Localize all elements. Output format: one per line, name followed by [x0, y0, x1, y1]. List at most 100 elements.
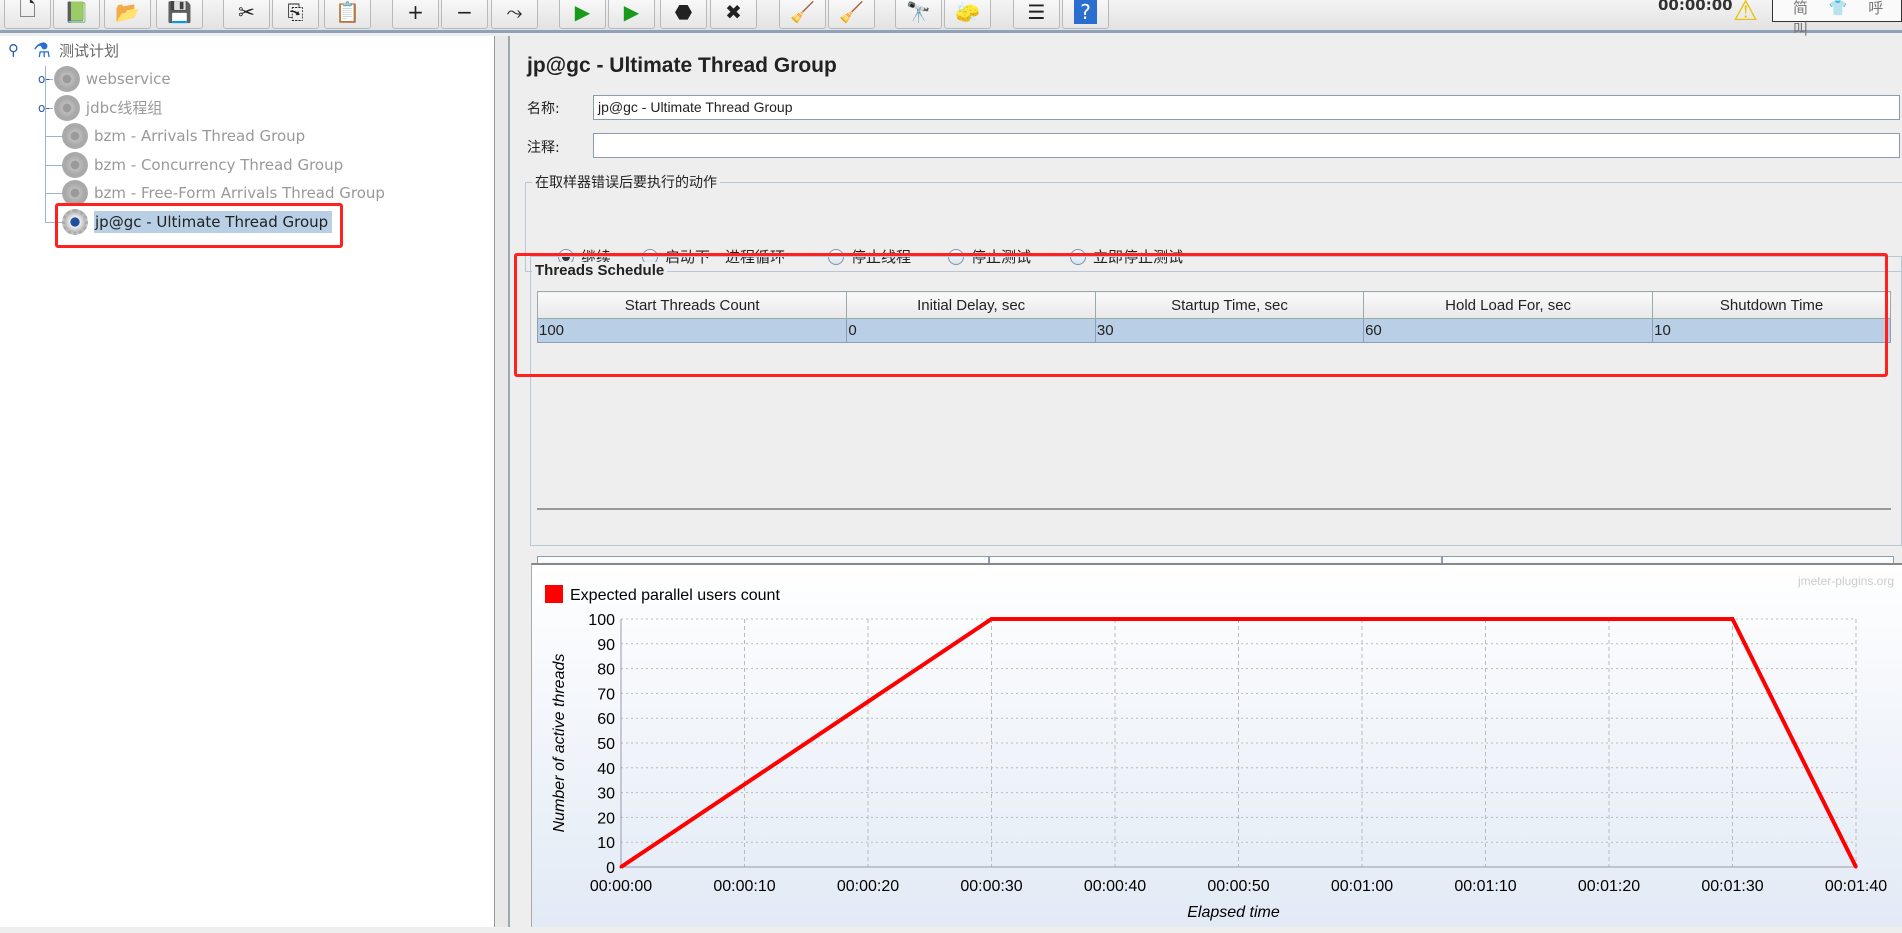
start-no-pauses-button[interactable]: ▶ — [608, 0, 655, 29]
name-input[interactable]: jp@gc - Ultimate Thread Group — [593, 95, 1900, 120]
data-point — [990, 617, 993, 621]
gear-icon — [62, 151, 88, 178]
x-tick-label: 00:01:10 — [1454, 878, 1516, 895]
x-tick-label: 00:00:20 — [837, 878, 899, 895]
x-axis-label: Elapsed time — [1187, 904, 1280, 921]
y-tick-label: 80 — [597, 662, 615, 679]
tree-item[interactable]: bzm - Arrivals Thread Group — [62, 123, 305, 149]
clear-button[interactable]: 🧹 — [779, 0, 826, 29]
toggle-button[interactable]: ⤳ — [491, 0, 538, 29]
tree-item[interactable]: o-jdbc线程组 — [38, 94, 163, 121]
new-icon: 🗋 — [19, 0, 36, 21]
highlight-box — [55, 203, 343, 248]
y-tick-label: 50 — [597, 736, 615, 753]
elapsed-timer: 00:00:00 — [1658, 0, 1733, 14]
warning-icon[interactable]: ⚠ — [1733, 0, 1758, 27]
new-button[interactable]: 🗋 — [4, 0, 51, 29]
y-tick-label: 0 — [606, 860, 615, 877]
highlight-box — [514, 253, 1888, 377]
tree-item-label: bzm - Arrivals Thread Group — [94, 127, 306, 145]
data-point — [619, 865, 623, 869]
expand-handle-icon[interactable]: ⚲ — [8, 41, 19, 59]
paste-icon: 📋 — [335, 0, 360, 24]
templates-button[interactable]: 📗 — [53, 0, 100, 29]
thread-schedule-chart: 0 10 20 30 40 50 60 70 80 90 100 00:00:00 00:00:10 00… — [531, 563, 1902, 927]
y-tick-label: 90 — [597, 637, 615, 654]
function-helper-button[interactable]: ☰ — [1013, 0, 1060, 29]
y-tick-label: 100 — [588, 612, 615, 629]
open-icon: 📂 — [115, 0, 140, 24]
x-tick-label: 00:01:40 — [1825, 878, 1887, 895]
copy-icon: ⎘ — [287, 0, 304, 24]
y-tick-label: 20 — [597, 810, 615, 827]
x-tick-label: 00:00:30 — [960, 878, 1022, 895]
y-axis-label: Number of active threads — [551, 654, 568, 833]
test-plan-tree: ⚲ ⚗ 测试计划 o-webservice o-jdbc线程组 bzm - Arri… — [0, 36, 495, 927]
comment-label: 注释: — [527, 140, 560, 156]
start-icon: ▶ — [574, 0, 591, 24]
cut-icon: ✂ — [238, 0, 255, 24]
tree-root[interactable]: ⚲ ⚗ 测试计划 — [8, 37, 119, 63]
clear-all-icon: 🧹 — [839, 0, 864, 24]
y-tick-label: 70 — [597, 686, 615, 703]
tree-item[interactable]: o-webservice — [38, 66, 171, 92]
on-error-group-title: 在取样器错误后要执行的动作 — [532, 172, 720, 192]
x-tick-label: 00:01:00 — [1331, 878, 1393, 895]
expand-icon: + — [407, 0, 424, 24]
y-tick-label: 60 — [597, 711, 615, 728]
legend-label: Expected parallel users count — [570, 587, 780, 604]
start-no-pauses-icon: ▶ — [623, 0, 640, 24]
reset-search-icon: 🧽 — [955, 0, 980, 24]
data-point — [1731, 617, 1734, 621]
toggle-icon: ⤳ — [506, 0, 523, 24]
tree-item-label: bzm - Free-Form Arrivals Thread Group — [94, 184, 385, 202]
tree-root-label: 测试计划 — [58, 41, 119, 60]
x-tick-label: 00:00:00 — [590, 878, 652, 895]
tree-item-label: jdbc线程组 — [85, 99, 163, 117]
name-label: 名称: — [527, 101, 560, 117]
x-tick-label: 00:00:50 — [1207, 878, 1269, 895]
x-tick-label: 00:01:30 — [1701, 878, 1763, 895]
x-tick-label: 00:00:10 — [713, 878, 775, 895]
expand-handle-icon[interactable]: o- — [38, 101, 50, 115]
legend-swatch — [545, 585, 563, 603]
open-button[interactable]: 📂 — [104, 0, 151, 29]
save-button[interactable]: 💾 — [156, 0, 203, 29]
y-tick-label: 40 — [597, 761, 615, 778]
x-tick-label: 00:01:20 — [1578, 878, 1640, 895]
split-divider[interactable] — [495, 36, 510, 927]
expand-handle-icon[interactable]: o- — [38, 72, 50, 86]
help-icon: ? — [1074, 0, 1097, 24]
tree-item-label: webservice — [85, 70, 171, 88]
collapse-button[interactable]: − — [441, 0, 488, 29]
y-tick-label: 30 — [597, 786, 615, 803]
search-button[interactable]: 🔭 — [895, 0, 942, 29]
reset-search-button[interactable]: 🧽 — [944, 0, 991, 29]
stop-icon: ⬣ — [674, 0, 693, 24]
comment-input[interactable] — [593, 133, 1900, 158]
chart-svg: 0 10 20 30 40 50 60 70 80 90 100 00:00:00 00:00:10 00… — [545, 574, 1894, 921]
expand-button[interactable]: + — [392, 0, 439, 29]
copy-button[interactable]: ⎘ — [272, 0, 319, 29]
flask-icon: ⚗ — [33, 38, 51, 62]
x-tick-label: 00:00:40 — [1084, 878, 1146, 895]
tree-item-label: bzm - Concurrency Thread Group — [94, 155, 344, 174]
tree-item[interactable]: bzm - Concurrency Thread Group — [62, 151, 344, 178]
gear-icon — [53, 66, 80, 92]
y-tick-label: 10 — [597, 835, 615, 852]
shutdown-button[interactable]: ✖ — [710, 0, 757, 29]
templates-icon: 📗 — [64, 0, 89, 24]
paste-button[interactable]: 📋 — [324, 0, 371, 29]
start-button[interactable]: ▶ — [559, 0, 606, 29]
collapse-icon: − — [456, 0, 473, 24]
help-button[interactable]: ? — [1062, 0, 1109, 29]
watermark: jmeter-plugins.org — [1797, 574, 1894, 588]
cut-button[interactable]: ✂ — [223, 0, 270, 29]
stop-button[interactable]: ⬣ — [660, 0, 707, 29]
language-box[interactable]: 简 👕 呼叫 — [1772, 0, 1902, 38]
save-icon: 💾 — [167, 0, 192, 24]
clear-all-button[interactable]: 🧹 — [828, 0, 875, 29]
gear-icon — [62, 123, 88, 149]
search-icon: 🔭 — [906, 0, 931, 24]
data-point — [1854, 865, 1858, 869]
